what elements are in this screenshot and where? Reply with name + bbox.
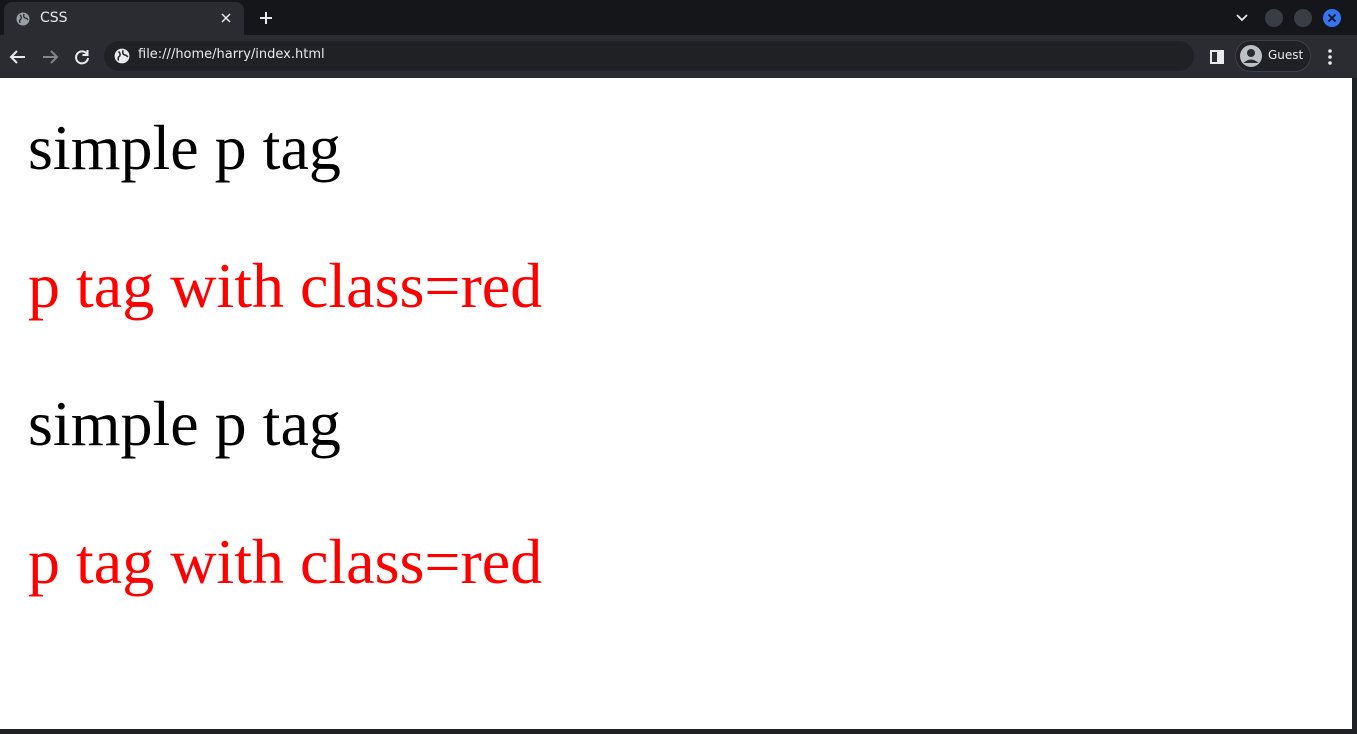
- profile-button[interactable]: Guest: [1235, 40, 1311, 72]
- page-content: simple p tag p tag with class=red simple…: [0, 78, 1352, 729]
- back-button[interactable]: [7, 46, 29, 68]
- forward-button[interactable]: [39, 46, 61, 68]
- window-border: [0, 729, 1357, 734]
- close-icon[interactable]: [218, 10, 234, 26]
- kebab-menu-icon[interactable]: [1321, 47, 1339, 67]
- reload-icon: [75, 50, 89, 65]
- globe-icon: [16, 11, 30, 26]
- avatar-icon: [1240, 45, 1262, 67]
- minimize-button[interactable]: [1265, 9, 1283, 27]
- tab-css[interactable]: CSS: [4, 2, 244, 35]
- profile-label: Guest: [1268, 48, 1304, 62]
- address-bar[interactable]: file:///home/harry/index.html: [104, 41, 1194, 71]
- side-panel-icon[interactable]: [1207, 47, 1227, 67]
- globe-icon[interactable]: [114, 48, 130, 64]
- arrow-right-icon: [43, 50, 59, 64]
- tab-strip: CSS: [0, 0, 1357, 35]
- reload-button[interactable]: [71, 46, 93, 68]
- close-icon: [1327, 13, 1337, 23]
- paragraph-simple: simple p tag: [28, 388, 341, 459]
- window-border: [1352, 78, 1357, 734]
- chevron-down-icon[interactable]: [1233, 9, 1251, 27]
- paragraph-red: p tag with class=red: [28, 250, 543, 321]
- url-text[interactable]: file:///home/harry/index.html: [138, 47, 325, 62]
- close-window-button[interactable]: [1323, 9, 1341, 27]
- toolbar: file:///home/harry/index.html Guest: [0, 35, 1357, 78]
- plus-icon[interactable]: [256, 8, 276, 28]
- maximize-button[interactable]: [1294, 9, 1312, 27]
- tab-title: CSS: [40, 10, 68, 26]
- paragraph-red: p tag with class=red: [28, 526, 543, 597]
- paragraph-simple: simple p tag: [28, 112, 341, 183]
- arrow-left-icon: [9, 50, 25, 64]
